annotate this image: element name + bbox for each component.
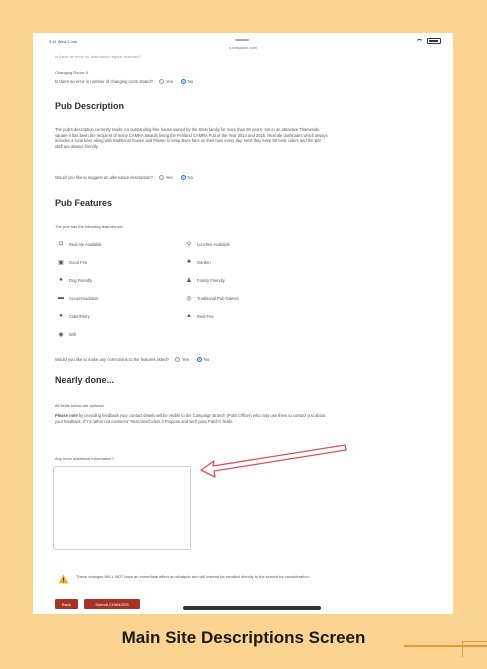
submit-changes-button[interactable]: Submit CHANGES — [84, 599, 140, 609]
back-button[interactable]: Back — [55, 599, 78, 609]
warning-icon — [58, 574, 69, 584]
tablet-screen: 9:41 Wed 1 Jan s.netspace.com Is there a… — [33, 33, 453, 614]
home-indicator[interactable] — [183, 606, 321, 610]
warning-text: These changes WILL NOT have an immediate… — [76, 574, 310, 579]
callout-arrow-icon — [200, 444, 347, 478]
caption-corner-frame — [462, 641, 487, 657]
warning-row: These changes WILL NOT have an immediate… — [58, 574, 336, 584]
